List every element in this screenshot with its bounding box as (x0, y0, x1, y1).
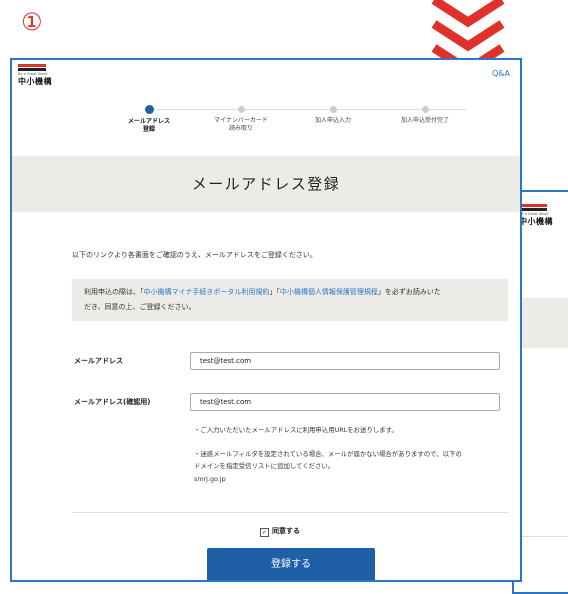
stepper-step-email: メールアドレス 登録 (109, 104, 189, 133)
email-label: メールアドレス (74, 357, 123, 365)
step-label: メールアドレス 登録 (127, 118, 170, 133)
notice-suffix: 」を必ずお読みいた (377, 288, 441, 296)
note-domain: smrj.go.jp (194, 475, 226, 483)
step-label: マイナンバーカード 読み取り (214, 117, 268, 132)
terms-notice: 利用申込の際は、「中小機構マイナ手続きポータル利用規約」「中小機構個人情報保護管… (72, 279, 508, 321)
progress-stepper: メールアドレス 登録 マイナンバーカード 読み取り 加入申込入力 加入申込受付完… (12, 104, 520, 144)
intro-text: 以下のリンクより各書面をご確認のうえ、メールアドレスをご登録ください。 (72, 251, 317, 259)
stepper-step-complete: 加入申込受付完了 (385, 104, 465, 125)
step-label: 加入申込入力 (314, 117, 351, 124)
step-label: 加入申込受付完了 (400, 117, 449, 124)
email-field[interactable] (190, 352, 500, 370)
page-title: メールアドレス登録 (191, 175, 341, 193)
notice-line2: だき、同意の上、ご登録ください。 (84, 303, 196, 311)
divider (72, 512, 508, 513)
divider (514, 536, 568, 537)
logo: Be a Great Small 中小機構 (519, 204, 559, 227)
terms-of-use-link[interactable]: 中小機構マイナ手続きポータル利用規約 (144, 288, 270, 296)
title-band: メールアドレス登録 (12, 156, 520, 212)
email-confirm-field[interactable] (190, 393, 500, 411)
register-button[interactable]: 登録する (207, 548, 375, 580)
checkbox-checked-icon[interactable]: ✓ (260, 528, 269, 537)
agree-label: 同意する (272, 527, 300, 535)
qa-link[interactable]: Q&A (492, 69, 510, 78)
notice-prefix: 利用申込の際は、「 (84, 288, 144, 296)
notice-mid: 」「 (269, 288, 280, 296)
stepper-step-input: 加入申込入力 (293, 104, 373, 125)
note-spam-line1: ・迷惑メールフィルタを設定されている場合、メールが届かない場合がありますので、以… (194, 450, 462, 458)
logo-name: 中小機構 (519, 217, 553, 226)
step-dot (329, 106, 337, 113)
email-registration-screen: Be a Great Small 中小機構 Q&A メールアドレス 登録 マイナ… (10, 58, 522, 582)
step-dot (144, 105, 154, 114)
note-url: ・ご入力いただいたメールアドレスに利用申込用URLをお送りします。 (194, 426, 398, 434)
agree-checkbox[interactable]: ✓ 同意する (260, 526, 300, 537)
email-confirm-label: メールアドレス(確認用) (74, 398, 151, 406)
step-dot (237, 106, 245, 113)
title-band (514, 298, 568, 348)
note-spam-line2: ドメインを指定受信リストに追加してください。 (194, 462, 335, 470)
privacy-policy-link[interactable]: 中小機構個人情報保護管理規程 (280, 288, 378, 296)
step-dot (421, 106, 429, 113)
site-header: Be a Great Small 中小機構 Q&A (12, 60, 520, 90)
logo-name: 中小機構 (18, 77, 52, 86)
stepper-step-card: マイナンバーカード 読み取り (201, 104, 281, 132)
logo[interactable]: Be a Great Small 中小機構 (18, 64, 58, 87)
step-number-badge: ① (21, 8, 43, 36)
